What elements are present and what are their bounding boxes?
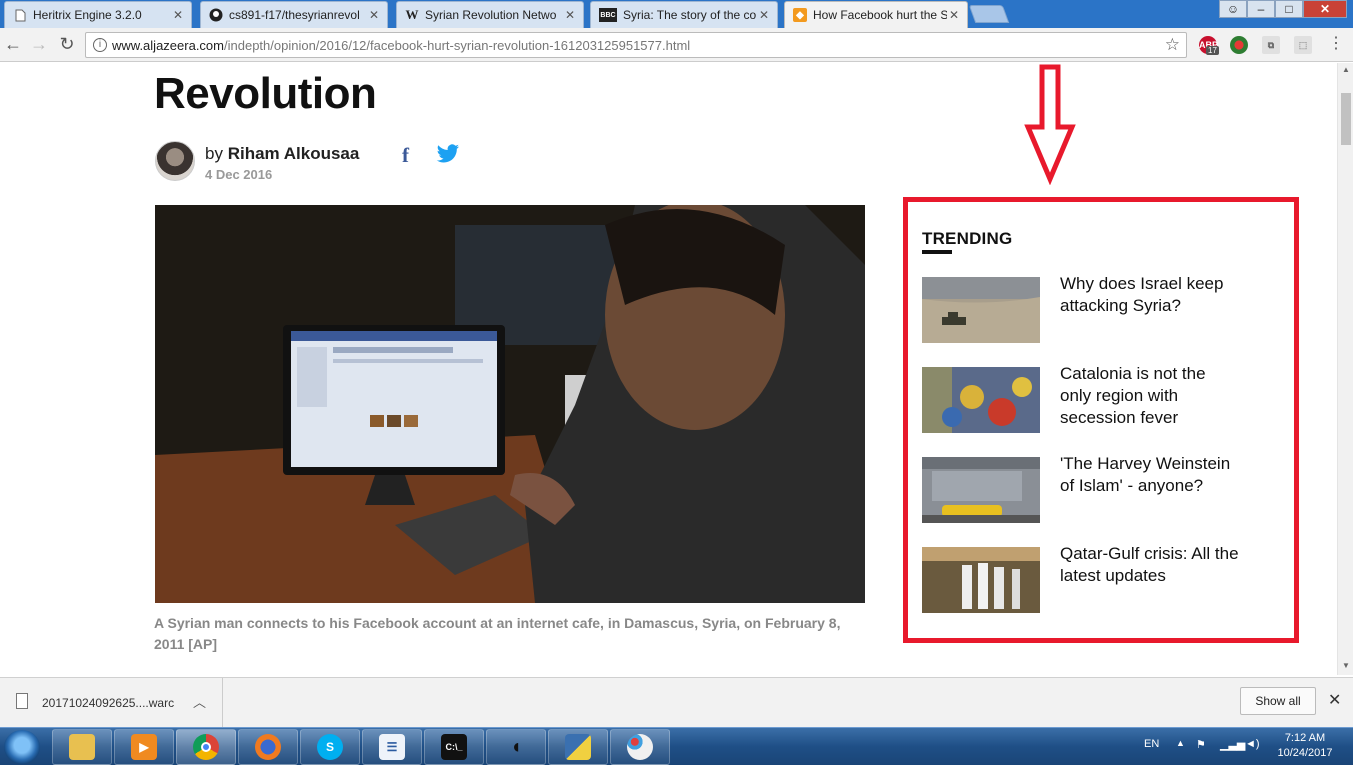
reload-icon[interactable]: ↻ xyxy=(56,34,78,56)
system-clock[interactable]: 7:12 AM 10/24/2017 xyxy=(1272,731,1338,761)
trending-item[interactable]: Qatar-Gulf crisis: All the latest update… xyxy=(922,543,1242,613)
url-host: www.aljazeera.com xyxy=(112,37,224,53)
tab-heritrix[interactable]: Heritrix Engine 3.2.0 ✕ xyxy=(4,1,192,28)
tab-bbc[interactable]: BBC Syria: The story of the co ✕ xyxy=(590,1,778,28)
download-filename[interactable]: 20171024092625....warc xyxy=(42,696,174,710)
taskbar: ▶ S ☰ C:\_ ◖ EN ▲ ⚑ ▁▃▅ ◄) 7:12 AM 10/24… xyxy=(0,727,1353,765)
tab-title: Syria: The story of the co xyxy=(623,8,757,22)
forward-icon[interactable]: → xyxy=(28,34,50,56)
language-indicator[interactable]: EN xyxy=(1144,738,1159,750)
article-headline: Revolution xyxy=(154,69,377,118)
tray-expand-icon[interactable]: ▲ xyxy=(1176,738,1185,748)
facebook-share-icon[interactable]: f xyxy=(402,143,409,168)
page-scrollbar[interactable]: ▲ ▼ xyxy=(1337,63,1353,675)
chrome-icon[interactable] xyxy=(176,729,236,765)
trending-item[interactable]: 'The Harvey Weinstein of Islam' - anyone… xyxy=(922,453,1242,523)
trending-title: TRENDING xyxy=(922,229,1013,248)
address-bar[interactable]: i www.aljazeera.com/indepth/opinion/2016… xyxy=(85,32,1187,58)
web-page: Revolution by Riham Alkousaa 4 Dec 2016 … xyxy=(0,63,1337,675)
minimize-button[interactable]: – xyxy=(1247,0,1275,18)
extension-icon[interactable] xyxy=(1230,36,1248,54)
tab-strip: Heritrix Engine 3.2.0 ✕ cs891-f17/thesyr… xyxy=(0,0,1353,28)
trending-headline[interactable]: Why does Israel keep attacking Syria? xyxy=(1060,273,1240,317)
notepad-icon[interactable]: ☰ xyxy=(362,729,422,765)
terminal-icon[interactable]: C:\_ xyxy=(424,729,484,765)
publish-date: 4 Dec 2016 xyxy=(205,167,273,182)
github-icon xyxy=(209,8,223,22)
extension-badge: 17 xyxy=(1206,46,1219,55)
trending-thumbnail[interactable] xyxy=(922,367,1040,433)
maximize-button[interactable]: □ xyxy=(1275,0,1303,18)
new-tab-button[interactable] xyxy=(968,5,1010,23)
tab-github[interactable]: cs891-f17/thesyrianrevol ✕ xyxy=(200,1,388,28)
chevron-up-icon[interactable]: ︿ xyxy=(193,692,206,711)
network-icon[interactable]: ▁▃▅ xyxy=(1220,738,1245,751)
author-name[interactable]: Riham Alkousaa xyxy=(228,144,360,163)
volume-icon[interactable]: ◄) xyxy=(1245,738,1260,750)
close-icon[interactable]: ✕ xyxy=(563,8,577,22)
close-icon[interactable]: ✕ xyxy=(1328,690,1341,710)
trending-thumbnail[interactable] xyxy=(922,547,1040,613)
article-hero-image xyxy=(155,205,865,603)
hero-photo xyxy=(155,205,865,603)
media-player-icon[interactable]: ▶ xyxy=(114,729,174,765)
tab-title: Heritrix Engine 3.2.0 xyxy=(33,8,142,22)
trending-item[interactable]: Why does Israel keep attacking Syria? xyxy=(922,273,1242,343)
trending-headline[interactable]: Qatar-Gulf crisis: All the latest update… xyxy=(1060,543,1240,587)
bookmark-star-icon[interactable]: ☆ xyxy=(1165,35,1180,55)
page-icon xyxy=(13,8,27,22)
aljazeera-icon: ◆ xyxy=(793,8,807,22)
close-icon[interactable]: ✕ xyxy=(947,8,961,22)
author-avatar[interactable] xyxy=(155,141,195,181)
firefox-icon[interactable] xyxy=(238,729,298,765)
browser-toolbar: ← → ↻ i www.aljazeera.com/indepth/opinio… xyxy=(0,28,1353,62)
clock-date: 10/24/2017 xyxy=(1277,747,1333,759)
back-icon[interactable]: ← xyxy=(2,34,24,56)
window-close-button[interactable]: ✕ xyxy=(1303,0,1347,18)
menu-icon[interactable]: ⋮ xyxy=(1325,34,1347,56)
file-explorer-icon[interactable] xyxy=(52,729,112,765)
paint-icon[interactable] xyxy=(610,729,670,765)
trending-headline[interactable]: 'The Harvey Weinstein of Islam' - anyone… xyxy=(1060,453,1240,497)
scroll-up-icon[interactable]: ▲ xyxy=(1342,65,1350,74)
user-icon[interactable]: ☺ xyxy=(1219,0,1247,18)
trending-thumbnail[interactable] xyxy=(922,457,1040,523)
show-all-button[interactable]: Show all xyxy=(1240,687,1316,715)
trending-thumbnail[interactable] xyxy=(922,277,1040,343)
trending-underline xyxy=(922,250,952,254)
close-icon[interactable]: ✕ xyxy=(757,8,771,22)
tab-wikipedia[interactable]: W Syrian Revolution Netwo ✕ xyxy=(396,1,584,28)
byline: by Riham Alkousaa xyxy=(205,144,359,164)
close-icon[interactable]: ✕ xyxy=(171,8,185,22)
flag-icon[interactable]: ⚑ xyxy=(1196,738,1206,751)
download-item[interactable]: 20171024092625....warc ︿ xyxy=(0,678,223,728)
bbc-icon: BBC xyxy=(599,8,617,22)
trending-headline[interactable]: Catalonia is not the only region with se… xyxy=(1060,363,1240,429)
wireshark-icon[interactable]: ◖ xyxy=(486,729,546,765)
wikipedia-icon: W xyxy=(405,7,419,22)
annotation-arrow-icon xyxy=(1024,64,1076,185)
scroll-down-icon[interactable]: ▼ xyxy=(1342,661,1350,670)
scrollbar-thumb[interactable] xyxy=(1341,93,1351,145)
start-button[interactable] xyxy=(4,730,40,764)
tab-title: How Facebook hurt the S xyxy=(813,8,947,22)
pdf-extension-icon[interactable]: ⬚ xyxy=(1294,36,1312,54)
clock-time: 7:12 AM xyxy=(1284,732,1326,744)
byline-prefix: by xyxy=(205,144,223,163)
url-path: /indepth/opinion/2016/12/facebook-hurt-s… xyxy=(224,37,691,53)
file-icon xyxy=(16,693,28,709)
download-bar: 20171024092625....warc ︿ Show all ✕ xyxy=(0,677,1353,728)
image-caption: A Syrian man connects to his Facebook ac… xyxy=(154,615,841,652)
trending-item[interactable]: Catalonia is not the only region with se… xyxy=(922,363,1242,433)
cast-icon[interactable]: ⧉ xyxy=(1262,36,1280,54)
skype-icon[interactable]: S xyxy=(300,729,360,765)
close-icon[interactable]: ✕ xyxy=(367,8,381,22)
twitter-share-icon[interactable] xyxy=(436,143,460,165)
tab-title: Syrian Revolution Netwo xyxy=(425,8,557,22)
info-icon[interactable]: i xyxy=(93,38,107,52)
tab-title: cs891-f17/thesyrianrevol xyxy=(229,8,360,22)
tab-aljazeera[interactable]: ◆ How Facebook hurt the S ✕ xyxy=(784,1,968,28)
python-icon[interactable] xyxy=(548,729,608,765)
